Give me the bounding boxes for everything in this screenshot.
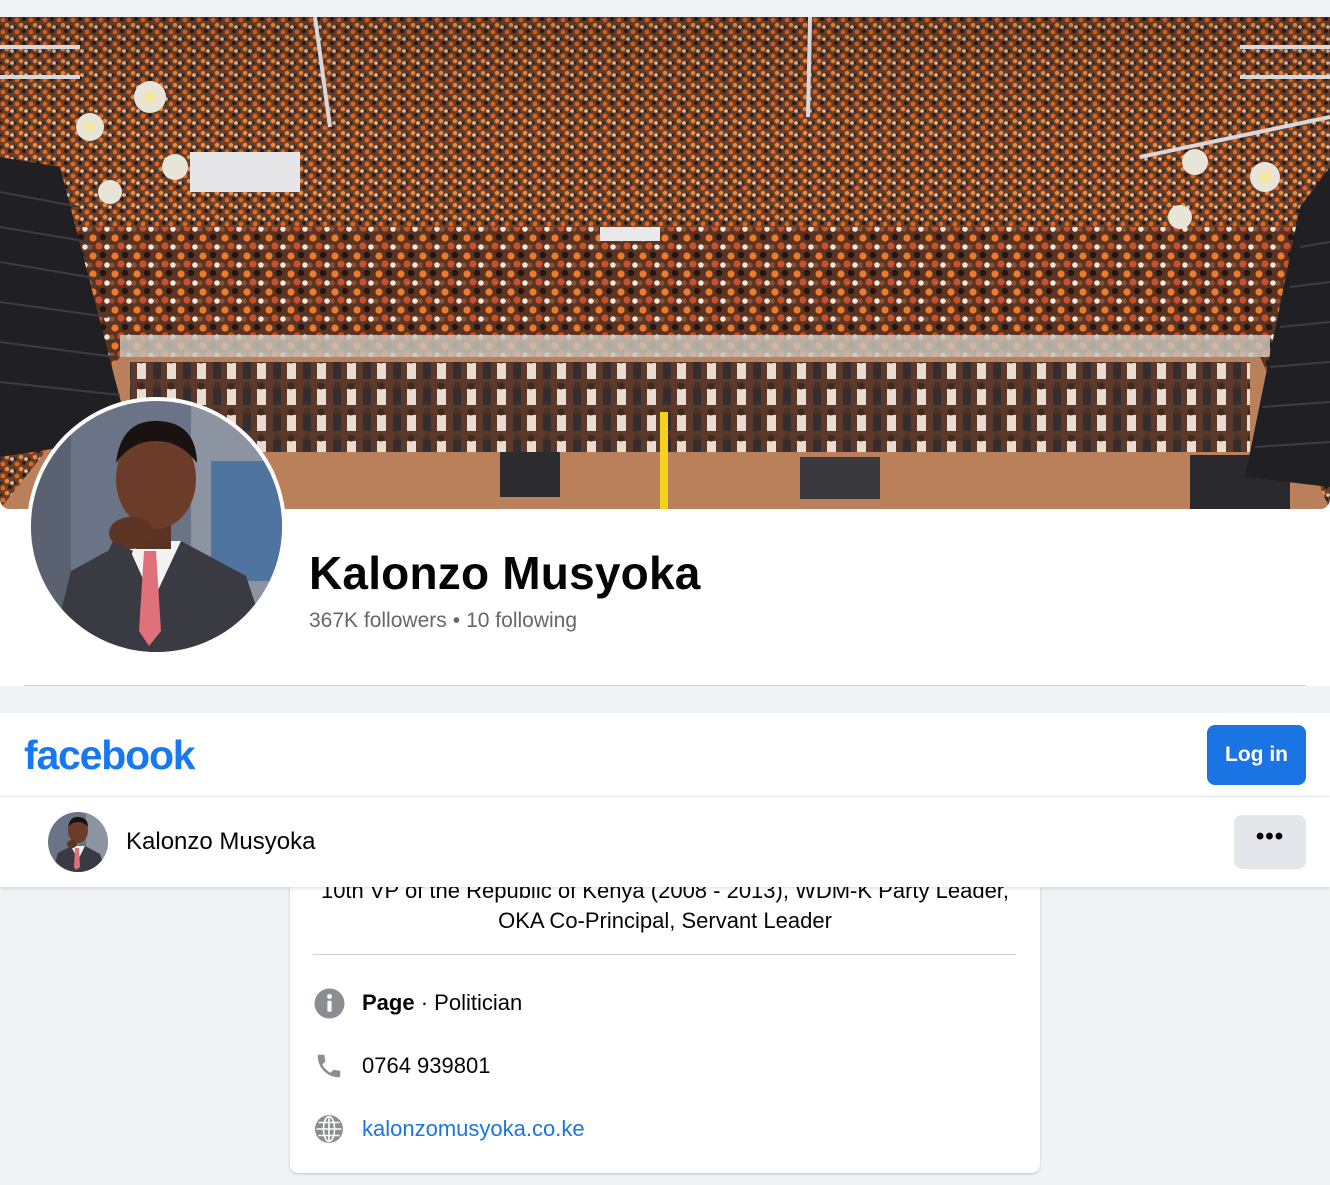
- facebook-logo[interactable]: facebook: [24, 732, 196, 779]
- category-value: Politician: [434, 990, 523, 1015]
- more-icon: •••: [1255, 823, 1285, 850]
- facebook-topbar: facebook Log in: [0, 713, 1330, 797]
- mini-avatar[interactable]: [48, 812, 108, 872]
- page-title: Kalonzo Musyoka: [309, 547, 701, 599]
- website-row: kalonzomusyoka.co.ke: [313, 1113, 585, 1145]
- follow-stats: 367K followers • 10 following: [309, 609, 577, 633]
- header-divider: [24, 685, 1306, 686]
- top-strip: [0, 0, 1330, 17]
- bio-line-2: OKA Co-Principal, Servant Leader: [498, 908, 832, 933]
- sticky-page-bar: Kalonzo Musyoka •••: [0, 797, 1330, 887]
- profile-picture[interactable]: [27, 397, 286, 656]
- intro-card: 10th VP of the Republic of Kenya (2008 -…: [290, 840, 1040, 1173]
- profile-header: Kalonzo Musyoka 367K followers • 10 follow…: [0, 0, 1330, 686]
- phone-number[interactable]: 0764 939801: [362, 1053, 490, 1079]
- login-button[interactable]: Log in: [1207, 725, 1306, 785]
- category-row: Page · Politician: [313, 987, 522, 1019]
- category-separator: ·: [414, 990, 435, 1015]
- stats-separator: •: [452, 609, 461, 632]
- more-options-button[interactable]: •••: [1234, 815, 1306, 869]
- globe-icon: [313, 1113, 345, 1145]
- phone-icon: [313, 1050, 345, 1082]
- page-bar-name[interactable]: Kalonzo Musyoka: [126, 828, 315, 856]
- category-prefix: Page: [362, 990, 415, 1015]
- followers-count[interactable]: 367K followers: [309, 609, 447, 632]
- intro-divider: [313, 954, 1016, 955]
- phone-row: 0764 939801: [313, 1050, 490, 1082]
- category-text: Page · Politician: [362, 990, 522, 1016]
- following-count[interactable]: 10 following: [466, 609, 577, 632]
- info-icon: [313, 987, 345, 1019]
- website-link[interactable]: kalonzomusyoka.co.ke: [362, 1116, 585, 1141]
